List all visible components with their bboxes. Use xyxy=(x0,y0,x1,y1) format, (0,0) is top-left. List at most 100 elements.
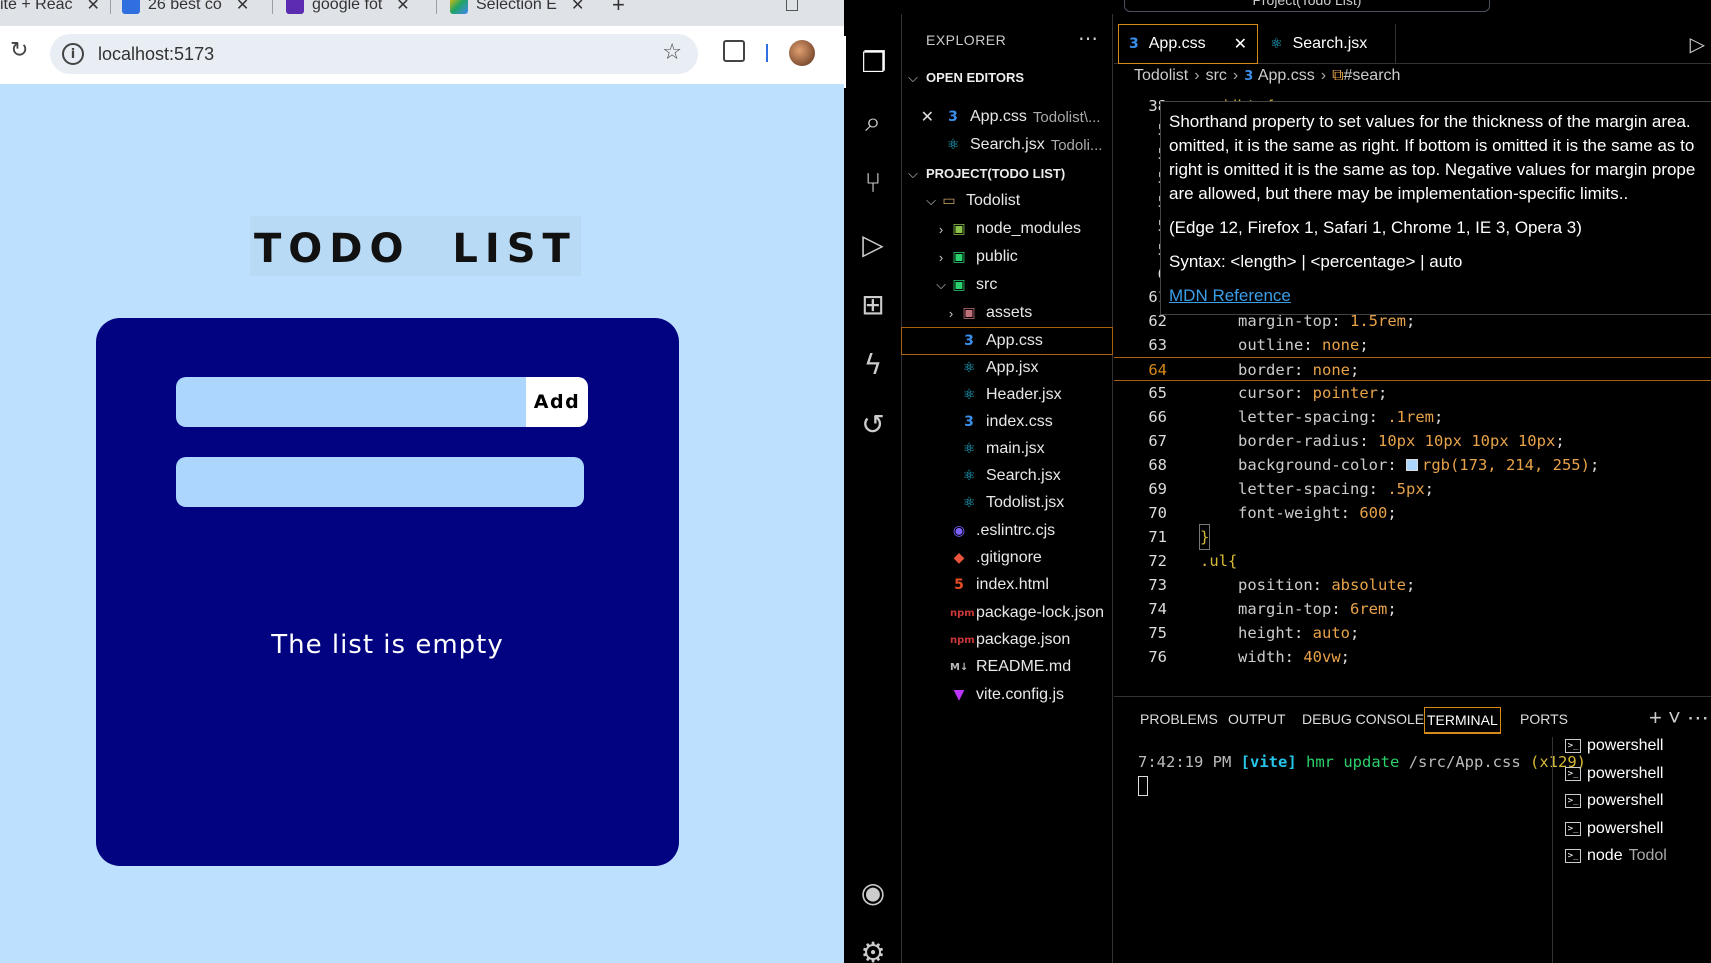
terminal-instance[interactable]: >_ powershell xyxy=(1565,737,1663,755)
terminal-instance[interactable]: >_ powershell xyxy=(1565,792,1663,810)
close-tab-icon[interactable]: ✕ xyxy=(571,0,584,15)
breadcrumb-item[interactable]: #search xyxy=(1344,67,1401,84)
close-tab-icon[interactable]: ✕ xyxy=(396,0,409,15)
terminal-instance[interactable]: >_ powershell xyxy=(1565,765,1663,783)
breadcrumb-item[interactable]: App.css xyxy=(1258,67,1315,84)
open-editor-item[interactable]: ⚛ Search.jsx Todoli... xyxy=(902,132,1112,158)
terminal-icon: >_ xyxy=(1565,739,1581,753)
code-line: 75 height: auto; xyxy=(1148,624,1360,642)
close-tab-icon[interactable]: ✕ xyxy=(236,0,249,15)
open-editor-item[interactable]: ✕ 3 App.css Todolist\... xyxy=(902,104,1112,130)
file-item[interactable]: ⚛ main.jsx xyxy=(902,436,1112,462)
extensions-icon[interactable]: ⊞ xyxy=(844,278,902,330)
tab-title: google fot xyxy=(312,0,383,13)
tab-terminal[interactable]: TERMINAL xyxy=(1424,707,1501,734)
open-editors-header[interactable]: ⌵ OPEN EDITORS xyxy=(908,70,1024,86)
file-item[interactable]: npm package-lock.json xyxy=(902,600,1112,626)
folder-public[interactable]: › ▣ public xyxy=(902,244,1112,270)
add-button[interactable]: Add xyxy=(526,377,588,427)
lightning-icon[interactable]: ϟ xyxy=(844,338,902,390)
bottom-panel: PROBLEMS OUTPUT DEBUG CONSOLE TERMINAL P… xyxy=(1114,696,1711,963)
file-item[interactable]: 5 index.html xyxy=(902,572,1112,598)
file-item[interactable]: ⚛ Header.jsx xyxy=(902,382,1112,408)
selector-icon: ⧉ xyxy=(1332,67,1344,84)
more-actions-icon[interactable]: ⋯ xyxy=(1078,26,1098,51)
editor-tab-app-css[interactable]: 3 App.css ✕ xyxy=(1118,24,1258,64)
new-tab-button[interactable]: + xyxy=(612,0,625,17)
extensions-icon[interactable] xyxy=(723,40,745,62)
site-info-icon[interactable]: i xyxy=(62,43,84,65)
terminal-instance[interactable]: >_ powershell xyxy=(1565,820,1663,838)
tab-ports[interactable]: PORTS xyxy=(1518,707,1570,731)
search-input[interactable] xyxy=(176,457,584,507)
vite-file-icon: ▼ xyxy=(953,687,965,703)
browser-tab[interactable]: 26 best co ✕ xyxy=(122,0,249,16)
file-item[interactable]: 3 index.css xyxy=(902,409,1112,435)
breadcrumb-item[interactable]: src xyxy=(1206,67,1227,84)
react-file-icon: ⚛ xyxy=(962,360,976,376)
tab-problems[interactable]: PROBLEMS xyxy=(1138,707,1220,731)
terminal-icon: >_ xyxy=(1565,822,1581,836)
file-item[interactable]: ⚛ Todolist.jsx xyxy=(902,490,1112,516)
file-item[interactable]: ⚛ App.jsx xyxy=(902,355,1112,381)
tab-title: 26 best co xyxy=(148,0,222,13)
browser-tab[interactable]: ite + Reac ✕ xyxy=(0,0,100,16)
file-item[interactable]: ◉ .eslintrc.cjs xyxy=(902,518,1112,544)
todo-input[interactable] xyxy=(176,377,526,427)
react-file-icon: ⚛ xyxy=(962,387,976,403)
breadcrumb-item[interactable]: Todolist xyxy=(1134,67,1188,84)
search-icon[interactable]: ⌕ xyxy=(844,96,902,148)
source-control-icon[interactable]: ⑂ xyxy=(844,156,902,208)
folder-todolist[interactable]: ⌵ ▭ Todolist xyxy=(902,188,1112,214)
file-item[interactable]: ⚛ Search.jsx xyxy=(902,463,1112,489)
browser-tab[interactable]: google fot ✕ xyxy=(286,0,410,16)
account-icon[interactable]: ◉ xyxy=(844,866,902,918)
folder-src[interactable]: ⌵ ▣ src xyxy=(902,272,1112,298)
react-file-icon: ⚛ xyxy=(962,468,976,484)
new-terminal-icon[interactable]: + ˅ ⋯ xyxy=(1649,705,1709,731)
color-swatch[interactable] xyxy=(1405,459,1418,471)
explorer-icon[interactable]: ❐ xyxy=(844,36,902,88)
yahoo-favicon-icon xyxy=(286,0,304,14)
tab-output[interactable]: OUTPUT xyxy=(1226,707,1288,731)
favicon-icon xyxy=(122,0,140,14)
file-item[interactable]: npm package.json xyxy=(902,627,1112,653)
file-item[interactable]: 3 App.css xyxy=(901,327,1113,355)
code-line: 73 position: absolute; xyxy=(1148,576,1416,594)
close-icon[interactable]: ✕ xyxy=(902,107,934,127)
file-item[interactable]: M↓ README.md xyxy=(902,654,1112,680)
todo-page-title: TODO LIST xyxy=(250,216,581,276)
reload-icon[interactable]: ↻ xyxy=(10,38,28,63)
editor-tabs: 3 App.css ✕ ⚛ Search.jsx ▷ xyxy=(1114,24,1711,64)
terminal-instance[interactable]: >_ node Todol xyxy=(1565,847,1667,865)
activity-bar: ❐ ⌕ ⑂ ▷ ⊞ ϟ ↺ ◉ ⚙ xyxy=(844,14,902,963)
close-tab-icon[interactable]: ✕ xyxy=(86,0,99,15)
address-bar[interactable]: i localhost:5173 ☆ xyxy=(50,34,698,74)
project-header[interactable]: ⌵ PROJECT(TODO LIST) xyxy=(908,166,1065,182)
timeline-history-icon[interactable]: ↺ xyxy=(844,398,902,450)
file-item[interactable]: ▼ vite.config.js xyxy=(902,682,1112,708)
tab-debug-console[interactable]: DEBUG CONSOLE xyxy=(1300,707,1426,731)
restore-window-icon[interactable] xyxy=(786,0,798,16)
file-item[interactable]: ◆ .gitignore xyxy=(902,545,1112,571)
profile-avatar[interactable] xyxy=(789,40,815,66)
bookmark-star-icon[interactable]: ☆ xyxy=(662,40,682,65)
command-center[interactable]: Project(Todo List) xyxy=(1124,0,1490,12)
tab-title: Selection E xyxy=(476,0,557,13)
code-line: 63 outline: none; xyxy=(1148,336,1369,354)
mdn-reference-link[interactable]: MDN Reference xyxy=(1169,286,1291,305)
run-debug-icon[interactable]: ▷ xyxy=(844,218,902,270)
code-line: 70 font-weight: 600; xyxy=(1148,504,1397,522)
folder-assets[interactable]: › ▣ assets xyxy=(902,300,1112,326)
editor-tab-search-jsx[interactable]: ⚛ Search.jsx xyxy=(1260,24,1396,64)
react-file-icon: ⚛ xyxy=(946,137,960,153)
settings-gear-icon[interactable]: ⚙ xyxy=(844,926,902,963)
command-center-label: Project(Todo List) xyxy=(1252,0,1362,8)
browser-tab[interactable]: Selection E ✕ xyxy=(450,0,584,16)
code-line: 66 letter-spacing: .1rem; xyxy=(1148,408,1444,426)
run-icon[interactable]: ▷ xyxy=(1690,32,1705,57)
public-folder-icon: ▣ xyxy=(952,249,966,265)
close-tab-icon[interactable]: ✕ xyxy=(1234,34,1247,54)
terminal-icon: >_ xyxy=(1565,767,1581,781)
folder-node-modules[interactable]: › ▣ node_modules xyxy=(902,216,1112,242)
